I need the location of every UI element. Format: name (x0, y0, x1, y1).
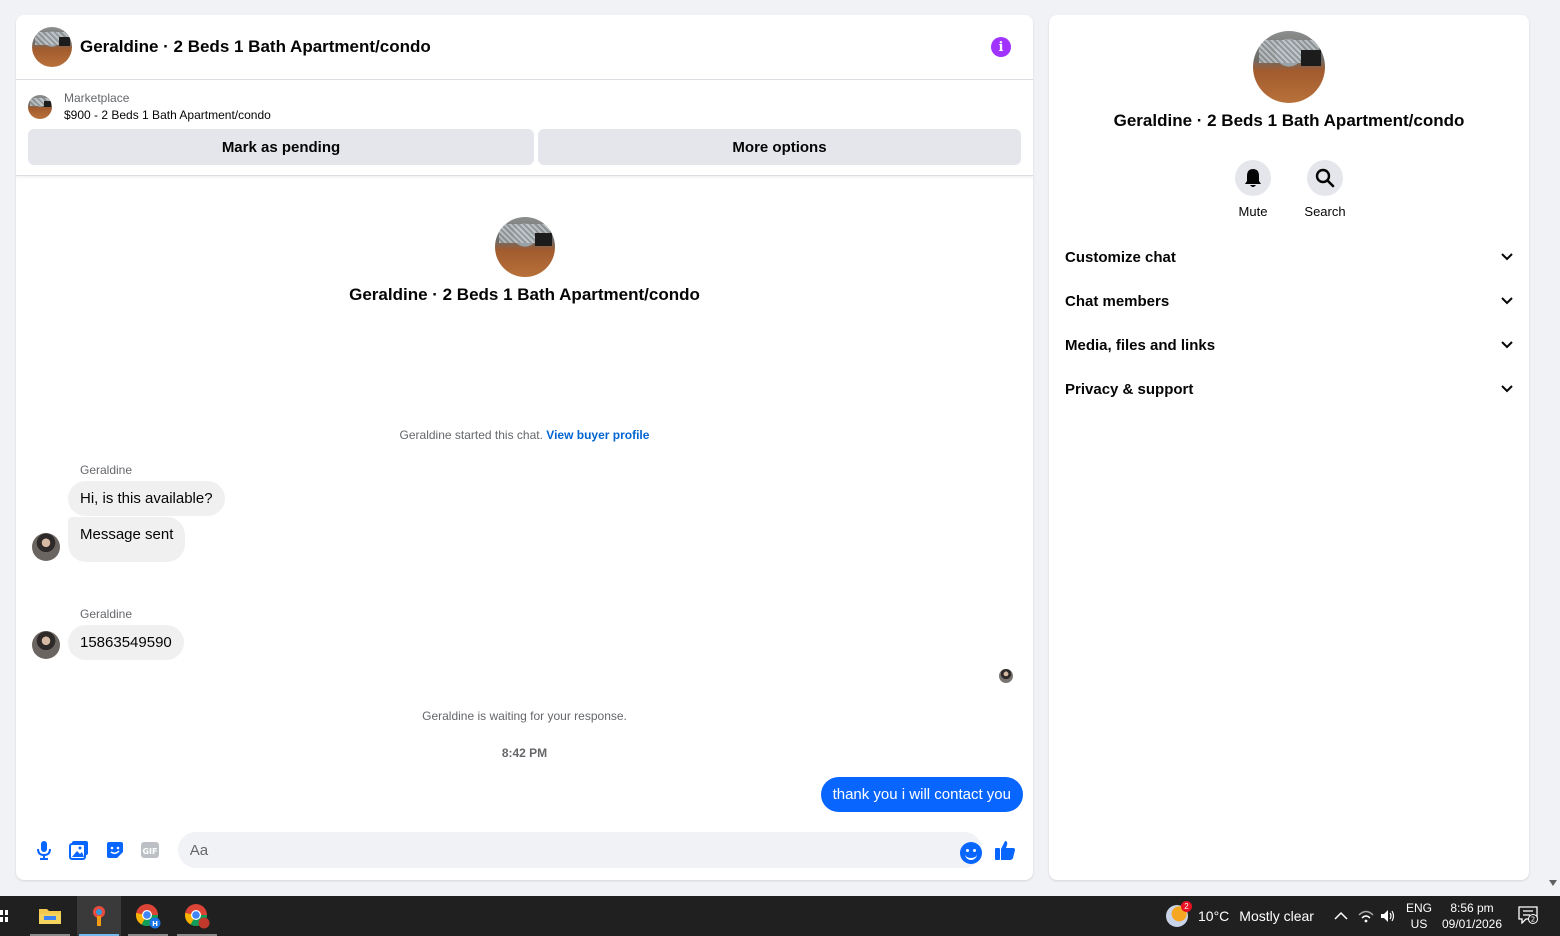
menu-label: Privacy & support (1065, 380, 1194, 398)
mark-as-pending-button[interactable]: Mark as pending (28, 129, 534, 165)
sender-name: Geraldine (80, 607, 133, 621)
weather-icon: 2 (1166, 901, 1192, 927)
notification-icon[interactable]: 2 (1518, 906, 1538, 925)
gallery-icon[interactable] (61, 832, 96, 868)
app-icon[interactable] (77, 896, 121, 936)
listing-thumbnail[interactable] (28, 95, 52, 119)
chevron-down-icon (1501, 385, 1513, 393)
marketplace-bar: Marketplace $900 - 2 Beds 1 Bath Apartme… (16, 80, 1033, 176)
mute-label: Mute (1238, 204, 1268, 219)
message-composer: GIF (16, 820, 1033, 880)
sender-name: Geraldine (80, 463, 133, 477)
media-files-links-row[interactable]: Media, files and links (1057, 323, 1521, 367)
start-icon[interactable] (0, 906, 10, 926)
outgoing-message[interactable]: thank you i will contact you (820, 777, 1023, 812)
search-label: Search (1304, 204, 1346, 219)
intro-avatar[interactable] (494, 217, 555, 277)
message-input[interactable] (177, 832, 982, 868)
info-icon[interactable]: i (991, 37, 1011, 57)
conversation-title[interactable]: Geraldine · 2 Beds 1 Bath Apartment/cond… (80, 37, 431, 57)
listing-title[interactable]: $900 - 2 Beds 1 Bath Apartment/condo (64, 106, 271, 124)
weather-widget[interactable]: 2 10°C Mostly clear (1166, 896, 1314, 936)
incoming-message[interactable]: Message sent (68, 517, 186, 562)
bell-icon[interactable] (1235, 160, 1271, 196)
network-icon[interactable] (1358, 896, 1374, 936)
gif-icon[interactable]: GIF (132, 832, 167, 868)
file-explorer-icon[interactable] (28, 896, 72, 936)
sticker-icon[interactable] (97, 832, 132, 868)
chat-members-row[interactable]: Chat members (1057, 279, 1521, 323)
message-timestamp: 8:42 PM (501, 746, 548, 760)
volume-icon[interactable] (1380, 896, 1396, 936)
chevron-down-icon (1501, 297, 1513, 305)
chat-header: Geraldine · 2 Beds 1 Bath Apartment/cond… (16, 15, 1033, 80)
clock[interactable]: 8:56 pm 09/01/2026 (1440, 900, 1504, 932)
search-icon[interactable] (1307, 160, 1343, 196)
conversation-info-panel: Geraldine · 2 Beds 1 Bath Apartment/cond… (1049, 15, 1529, 880)
intro-title: Geraldine · 2 Beds 1 Bath Apartment/cond… (349, 285, 700, 304)
weather-condition: Mostly clear (1239, 908, 1314, 924)
clock-time: 8:56 pm (1450, 901, 1494, 915)
show-hidden-icons-icon[interactable] (1334, 896, 1348, 936)
waiting-notice: Geraldine is waiting for your response. (422, 709, 627, 723)
view-buyer-profile-link[interactable]: View buyer profile (546, 428, 649, 442)
conversation-avatar[interactable] (32, 27, 72, 67)
language-indicator[interactable]: ENG US (1406, 900, 1432, 932)
weather-badge: 2 (1181, 901, 1192, 912)
chat-panel: Geraldine · 2 Beds 1 Bath Apartment/cond… (16, 15, 1033, 880)
menu-label: Customize chat (1065, 248, 1176, 266)
chrome-profile-h-icon[interactable]: H (126, 896, 170, 936)
menu-label: Media, files and links (1065, 336, 1216, 354)
thread-intro: Geraldine · 2 Beds 1 Bath Apartment/cond… (16, 217, 1033, 305)
language-code: ENG (1406, 901, 1433, 915)
search-action[interactable]: Search (1304, 160, 1346, 219)
like-icon[interactable] (988, 832, 1023, 868)
microphone-icon[interactable] (26, 832, 61, 868)
marketplace-label: Marketplace (64, 91, 130, 105)
more-options-button[interactable]: More options (538, 129, 1021, 165)
notification-count: 2 (1531, 916, 1535, 924)
chevron-down-icon (1501, 341, 1513, 349)
menu-label: Chat members (1065, 292, 1170, 310)
clock-date: 09/01/2026 (1441, 917, 1503, 931)
incoming-message[interactable]: 15863549590 (68, 625, 184, 660)
info-actions: Mute Search (1049, 160, 1529, 219)
chat-started-notice: Geraldine started this chat. View buyer … (16, 428, 1033, 442)
info-title: Geraldine · 2 Beds 1 Bath Apartment/cond… (1113, 111, 1465, 130)
temperature: 10°C (1198, 908, 1230, 924)
chat-started-text: Geraldine started this chat. (399, 428, 543, 442)
mute-action[interactable]: Mute (1235, 160, 1271, 219)
incoming-message[interactable]: Hi, is this available? (68, 481, 225, 516)
emoji-icon[interactable] (960, 842, 982, 864)
seen-indicator-avatar (999, 669, 1013, 683)
scroll-down-arrow[interactable] (1549, 880, 1557, 886)
chevron-down-icon (1501, 253, 1513, 261)
svg-text:GIF: GIF (142, 847, 157, 856)
info-avatar[interactable] (1253, 31, 1325, 103)
region-code: US (1410, 917, 1428, 931)
customize-chat-row[interactable]: Customize chat (1057, 235, 1521, 279)
svg-text:H: H (152, 920, 158, 928)
info-menu: Customize chat Chat members Media, files… (1057, 235, 1521, 411)
sender-avatar[interactable] (32, 533, 60, 561)
privacy-support-row[interactable]: Privacy & support (1057, 367, 1521, 411)
sender-avatar[interactable] (32, 631, 60, 659)
taskbar: H 2 10°C Mostly clear ENG US 8:56 pm 09/… (0, 896, 1560, 936)
chrome-profile-icon[interactable] (175, 896, 219, 936)
